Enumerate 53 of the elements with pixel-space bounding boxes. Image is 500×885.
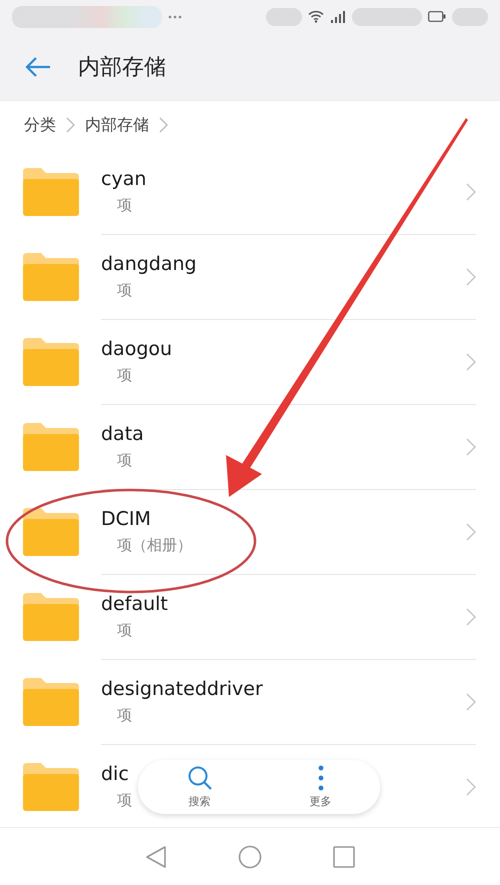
folder-icon: [23, 762, 79, 810]
folder-row[interactable]: DCIM 项（相册）: [0, 489, 500, 574]
folder-icon: [23, 338, 79, 386]
folder-icon: [23, 592, 79, 640]
folder-icon: [23, 422, 79, 470]
folder-name: dic: [101, 763, 129, 785]
folder-name: cyan: [101, 168, 146, 190]
item-count: 项: [116, 621, 132, 640]
folder-row[interactable]: cyan 项: [0, 149, 500, 234]
folder-row[interactable]: designateddriver 项: [0, 659, 500, 744]
home-nav-icon[interactable]: [238, 844, 262, 868]
chevron-icon: [466, 352, 476, 370]
folder-icon: [23, 252, 79, 300]
wifi-icon: [308, 10, 324, 23]
item-count: 项: [116, 706, 132, 725]
item-count: 项（相册）: [116, 536, 192, 555]
breadcrumb-item[interactable]: 分类: [24, 114, 56, 136]
chevron-icon: [466, 608, 476, 626]
chevron-icon: [466, 522, 476, 540]
more-icon: [318, 765, 324, 791]
signal-icon: [330, 10, 346, 22]
folder-name: data: [101, 423, 144, 445]
chevron-icon: [159, 117, 168, 133]
chevron-icon: [466, 438, 476, 456]
toolbar-button[interactable]: 搜索: [176, 763, 222, 811]
item-count: 项: [116, 791, 132, 810]
back-icon[interactable]: [24, 54, 52, 78]
folder-icon: [23, 508, 79, 556]
chevron-icon: [466, 182, 476, 200]
folder-name: designateddriver: [101, 678, 263, 700]
folder-name: dangdang: [101, 253, 197, 275]
chevron-icon: [466, 268, 476, 286]
toolbar-button[interactable]: 更多: [300, 763, 342, 811]
item-count: 项: [116, 451, 132, 470]
folder-name: daogou: [101, 338, 172, 360]
search-icon: [186, 765, 212, 791]
folder-row[interactable]: default 项: [0, 574, 500, 659]
breadcrumb-item[interactable]: 内部存储: [85, 114, 149, 136]
more-notifications-icon: [168, 14, 182, 18]
folder-icon: [23, 168, 79, 216]
chevron-icon: [466, 778, 476, 796]
battery-icon: [428, 11, 446, 22]
folder-name: DCIM: [101, 508, 151, 530]
page-title: 内部存储: [78, 54, 166, 82]
chevron-icon: [466, 692, 476, 710]
recents-nav-icon[interactable]: [332, 846, 355, 868]
item-count: 项: [116, 366, 132, 385]
chevron-icon: [66, 117, 75, 133]
folder-name: default: [101, 593, 168, 615]
back-nav-icon[interactable]: [145, 844, 168, 868]
item-count: 项: [116, 196, 132, 215]
item-count: 项: [116, 281, 132, 300]
folder-icon: [23, 678, 79, 726]
